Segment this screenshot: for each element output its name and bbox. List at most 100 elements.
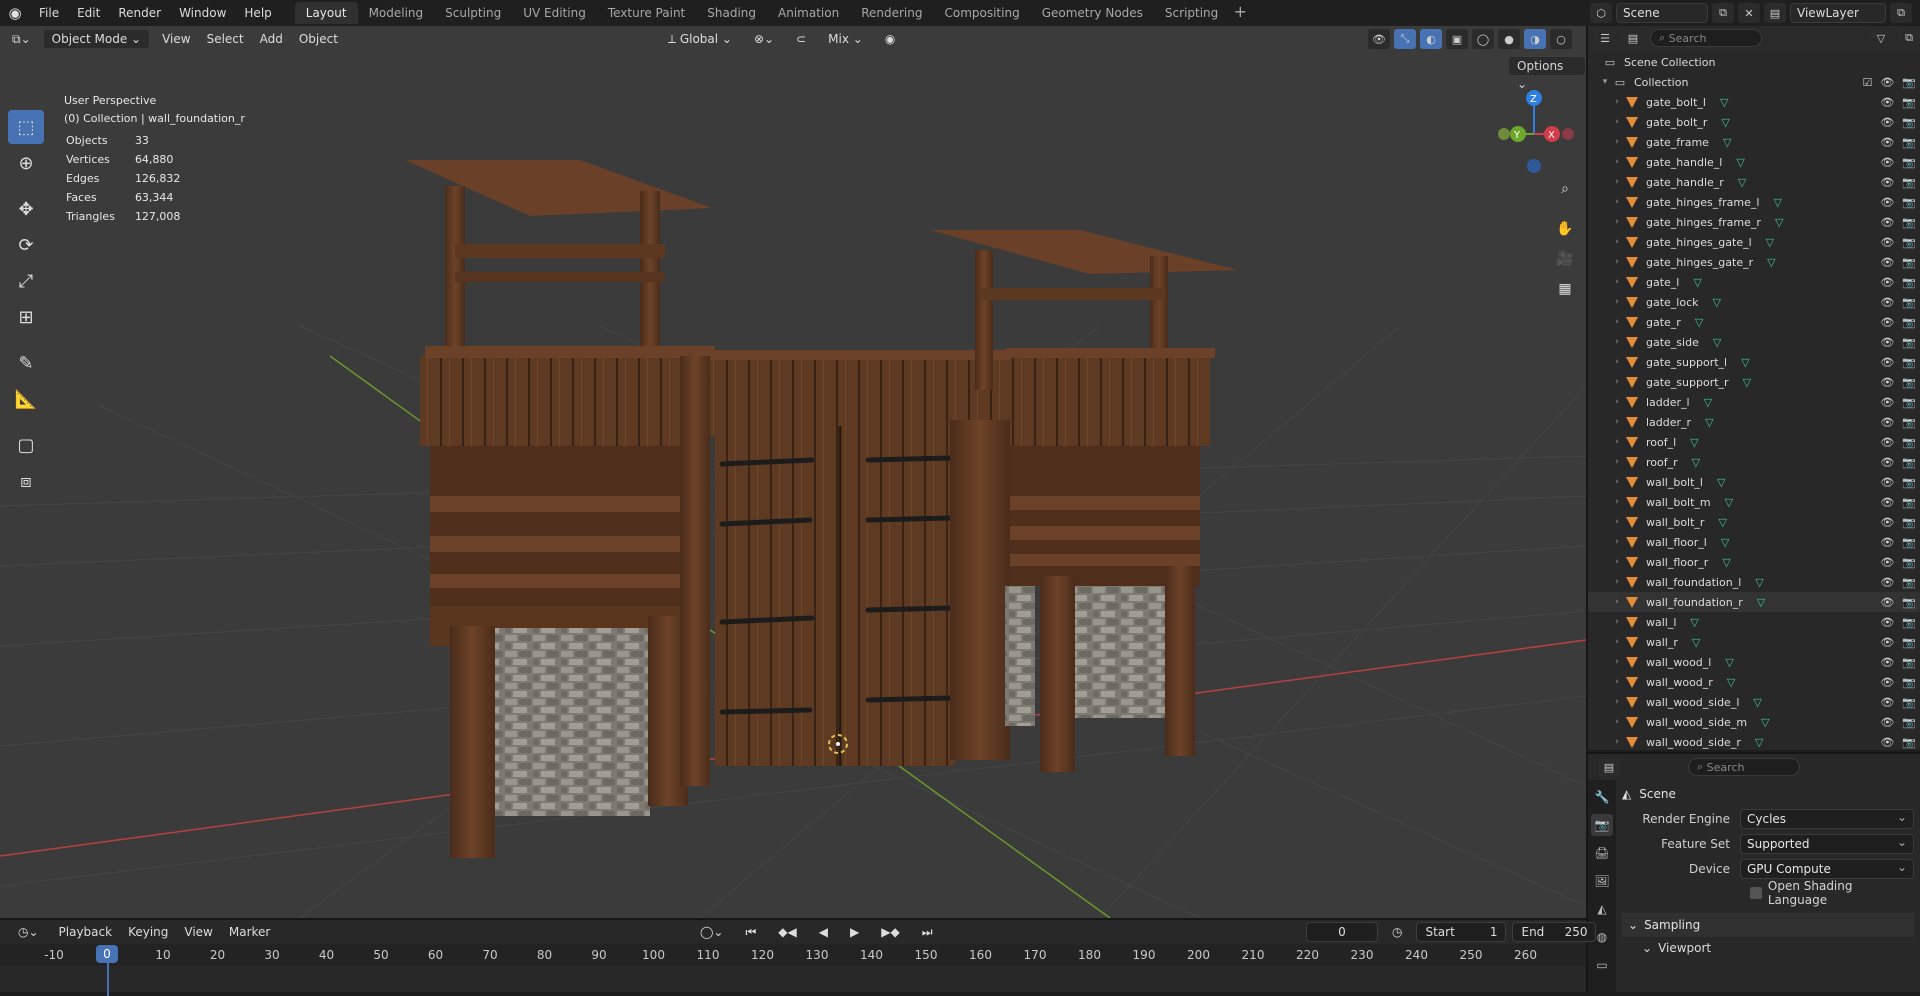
outliner-object-row[interactable]: › wall_bolt_l ▽ 👁 📷 <box>1588 472 1920 492</box>
material-shading-icon[interactable]: ◑ <box>1524 29 1546 49</box>
camera-render-icon[interactable]: 📷 <box>1902 616 1916 629</box>
overlay-toggle-icon[interactable]: ◐ <box>1420 29 1442 49</box>
expand-arrow-icon[interactable]: › <box>1610 637 1624 647</box>
eye-icon[interactable]: 👁 <box>1880 196 1894 209</box>
eye-icon[interactable]: 👁 <box>1880 436 1894 449</box>
visibility-icon[interactable]: 👁 <box>1368 29 1390 49</box>
tab-animation[interactable]: Animation <box>767 2 850 24</box>
measure-tool-icon[interactable]: 📐 <box>8 382 44 416</box>
eye-icon[interactable]: 👁 <box>1880 696 1894 709</box>
outliner-search-input[interactable]: ⌕ Search <box>1650 29 1762 47</box>
camera-render-icon[interactable]: 📷 <box>1902 476 1916 489</box>
blender-logo-icon[interactable]: ◉ <box>0 0 30 26</box>
sampling-panel-header[interactable]: ⌄ Sampling <box>1622 913 1914 937</box>
play-reverse-icon[interactable]: ◀ <box>811 922 836 942</box>
camera-render-icon[interactable]: 📷 <box>1902 76 1916 89</box>
camera-render-icon[interactable]: 📷 <box>1902 256 1916 269</box>
eye-icon[interactable]: 👁 <box>1880 596 1894 609</box>
expand-arrow-icon[interactable]: › <box>1610 657 1624 667</box>
camera-render-icon[interactable]: 📷 <box>1902 276 1916 289</box>
view-layer-tab-icon[interactable]: 🖼 <box>1591 870 1613 892</box>
eye-icon[interactable]: 👁 <box>1880 716 1894 729</box>
camera-render-icon[interactable]: 📷 <box>1902 676 1916 689</box>
outliner-object-row[interactable]: › roof_r ▽ 👁 📷 <box>1588 452 1920 472</box>
timeline-menu-view[interactable]: View <box>176 922 220 942</box>
timeline-menu-marker[interactable]: Marker <box>221 922 278 942</box>
eye-icon[interactable]: 👁 <box>1880 336 1894 349</box>
eye-icon[interactable]: 👁 <box>1880 476 1894 489</box>
expand-arrow-icon[interactable]: › <box>1610 157 1624 167</box>
outliner-object-row[interactable]: › gate_r ▽ 👁 📷 <box>1588 312 1920 332</box>
menu-render[interactable]: Render <box>109 0 170 26</box>
outliner-object-row[interactable]: › wall_bolt_m ▽ 👁 📷 <box>1588 492 1920 512</box>
view-layer-dropdown[interactable]: ViewLayer <box>1790 3 1886 23</box>
expand-arrow-icon[interactable]: › <box>1610 517 1624 527</box>
add-cube-tool-icon[interactable]: ▢ <box>8 428 44 462</box>
options-dropdown[interactable]: Options ⌄ <box>1508 56 1586 91</box>
expand-arrow-icon[interactable]: › <box>1610 577 1624 587</box>
outliner-object-row[interactable]: › gate_handle_r ▽ 👁 📷 <box>1588 172 1920 192</box>
expand-arrow-icon[interactable]: › <box>1610 277 1624 287</box>
add-workspace-button[interactable]: + <box>1229 2 1251 24</box>
mesh-data-icon[interactable]: ▽ <box>1727 676 1735 689</box>
transform-tool-icon[interactable]: ⊞ <box>8 300 44 334</box>
outliner-object-row[interactable]: › wall_wood_l ▽ 👁 📷 <box>1588 652 1920 672</box>
outliner-object-row[interactable]: › gate_handle_l ▽ 👁 📷 <box>1588 152 1920 172</box>
camera-render-icon[interactable]: 📷 <box>1902 576 1916 589</box>
camera-render-icon[interactable]: 📷 <box>1902 196 1916 209</box>
gizmo-toggle-icon[interactable]: ⤡ <box>1394 29 1416 49</box>
mesh-data-icon[interactable]: ▽ <box>1721 116 1729 129</box>
outliner-object-row[interactable]: › gate_bolt_r ▽ 👁 📷 <box>1588 112 1920 132</box>
mesh-data-icon[interactable]: ▽ <box>1690 436 1698 449</box>
expand-arrow-icon[interactable]: › <box>1610 677 1624 687</box>
display-mode-icon[interactable]: ▤ <box>1622 28 1644 48</box>
outliner-object-row[interactable]: › wall_foundation_r ▽ 👁 📷 <box>1588 592 1920 612</box>
jump-start-icon[interactable]: ⏮ <box>737 922 764 942</box>
output-tab-icon[interactable]: 🖨 <box>1591 842 1613 864</box>
outliner-object-row[interactable]: › gate_support_r ▽ 👁 📷 <box>1588 372 1920 392</box>
viewport-menu-view[interactable]: View <box>154 29 198 49</box>
mesh-data-icon[interactable]: ▽ <box>1692 456 1700 469</box>
eye-icon[interactable]: 👁 <box>1880 156 1894 169</box>
pan-hand-icon[interactable]: ✋ <box>1552 216 1578 242</box>
outliner-object-row[interactable]: › wall_floor_r ▽ 👁 📷 <box>1588 552 1920 572</box>
frame-cursor[interactable]: 0 <box>96 945 118 963</box>
eye-icon[interactable]: 👁 <box>1880 316 1894 329</box>
expand-arrow-icon[interactable]: › <box>1610 137 1624 147</box>
menu-window[interactable]: Window <box>170 0 235 26</box>
camera-render-icon[interactable]: 📷 <box>1902 716 1916 729</box>
expand-arrow-icon[interactable]: › <box>1610 297 1624 307</box>
eye-icon[interactable]: 👁 <box>1880 416 1894 429</box>
play-icon[interactable]: ▶ <box>842 922 867 942</box>
new-scene-icon[interactable]: ⧉ <box>1712 3 1734 23</box>
mesh-data-icon[interactable]: ▽ <box>1761 716 1769 729</box>
mesh-data-icon[interactable]: ▽ <box>1693 276 1701 289</box>
timeline-menu-playback[interactable]: Playback <box>51 922 121 942</box>
checkbox-icon[interactable]: ☑ <box>1862 76 1872 89</box>
camera-render-icon[interactable]: 📷 <box>1902 156 1916 169</box>
expand-arrow-icon[interactable]: › <box>1610 177 1624 187</box>
outliner-object-row[interactable]: › gate_side ▽ 👁 📷 <box>1588 332 1920 352</box>
expand-arrow-icon[interactable]: › <box>1610 257 1624 267</box>
mesh-data-icon[interactable]: ▽ <box>1766 236 1774 249</box>
camera-render-icon[interactable]: 📷 <box>1902 376 1916 389</box>
tool-tab-icon[interactable]: 🔧 <box>1591 786 1613 808</box>
expand-arrow-icon[interactable]: › <box>1610 217 1624 227</box>
expand-arrow-icon[interactable]: › <box>1610 617 1624 627</box>
eye-icon[interactable]: 👁 <box>1880 536 1894 549</box>
outliner-editor-icon[interactable]: ☰ <box>1594 28 1616 48</box>
camera-render-icon[interactable]: 📷 <box>1902 356 1916 369</box>
outliner-object-row[interactable]: › gate_hinges_gate_r ▽ 👁 📷 <box>1588 252 1920 272</box>
outliner-object-row[interactable]: › ladder_r ▽ 👁 📷 <box>1588 412 1920 432</box>
scene-tab-icon[interactable]: ◭ <box>1591 898 1613 920</box>
camera-render-icon[interactable]: 📷 <box>1902 656 1916 669</box>
camera-render-icon[interactable]: 📷 <box>1902 116 1916 129</box>
new-view-layer-icon[interactable]: ⧉ <box>1890 3 1912 23</box>
current-frame-field[interactable]: 0 <box>1306 922 1378 942</box>
eye-icon[interactable]: 👁 <box>1880 676 1894 689</box>
mesh-data-icon[interactable]: ▽ <box>1767 256 1775 269</box>
outliner-object-row[interactable]: › wall_wood_side_m ▽ 👁 📷 <box>1588 712 1920 732</box>
tab-modeling[interactable]: Modeling <box>358 2 435 24</box>
camera-render-icon[interactable]: 📷 <box>1902 176 1916 189</box>
mesh-data-icon[interactable]: ▽ <box>1725 656 1733 669</box>
